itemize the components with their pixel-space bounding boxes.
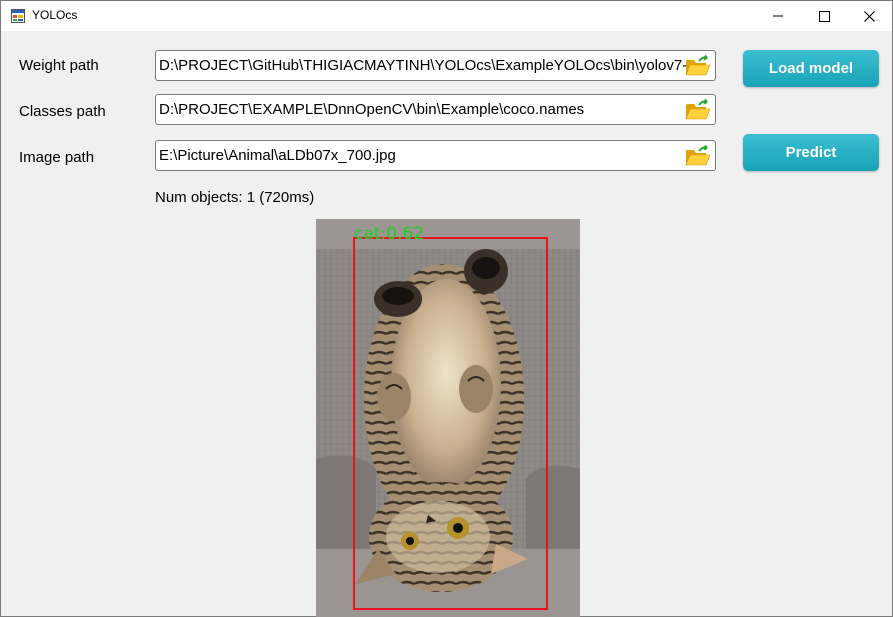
- image-path-input[interactable]: [159, 141, 687, 170]
- close-button[interactable]: [846, 1, 892, 31]
- window-title: YOLOcs: [32, 8, 78, 22]
- open-folder-icon[interactable]: [685, 144, 711, 168]
- weight-path-input[interactable]: [159, 51, 687, 80]
- predict-button[interactable]: Predict: [743, 134, 879, 171]
- cat-photo: cat:0.62: [316, 219, 580, 617]
- image-path-field: [155, 140, 716, 171]
- main-window: YOLOcs Weight path Clas: [0, 0, 893, 617]
- minimize-button[interactable]: [755, 1, 801, 31]
- weight-path-field: [155, 50, 716, 81]
- open-folder-icon[interactable]: [685, 54, 711, 78]
- result-image: cat:0.62: [316, 219, 580, 617]
- maximize-button[interactable]: [801, 1, 847, 31]
- detection-status: Num objects: 1 (720ms): [155, 189, 315, 206]
- classes-path-field: [155, 94, 716, 125]
- app-window-icon: [11, 9, 25, 23]
- maximize-icon: [818, 10, 830, 22]
- classes-path-label: Classes path: [19, 103, 106, 120]
- detection-label: cat:0.62: [354, 224, 424, 244]
- image-path-label: Image path: [19, 149, 95, 166]
- title-bar: YOLOcs: [1, 1, 892, 31]
- weight-path-label: Weight path: [19, 57, 99, 74]
- close-icon: [863, 10, 875, 22]
- minimize-icon: [773, 11, 783, 21]
- open-folder-icon[interactable]: [685, 98, 711, 122]
- load-model-button[interactable]: Load model: [743, 50, 879, 87]
- classes-path-input[interactable]: [159, 95, 687, 124]
